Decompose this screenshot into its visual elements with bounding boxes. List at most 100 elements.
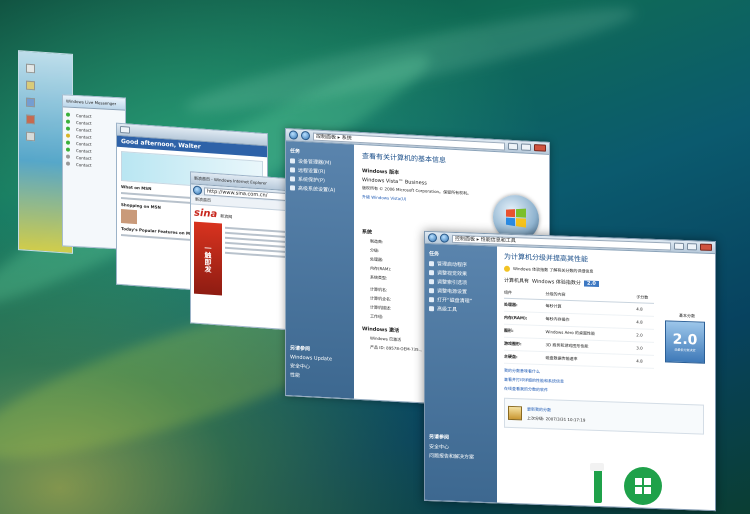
windows-flag-icon <box>506 208 526 228</box>
contact-name: Contact <box>76 141 92 147</box>
update-panel: 更新我的分数 上次分级: 2007/3/31 10:17:19 <box>504 397 704 435</box>
portal-photo <box>121 209 137 225</box>
sidebar-item-label: 系统保护(P) <box>298 176 325 185</box>
col-subscore: 子分数 <box>636 294 649 300</box>
sidebar-item-label: 调整视觉效果 <box>437 270 468 278</box>
contact-name: Contact <box>76 127 92 133</box>
back-button[interactable] <box>428 233 437 243</box>
component-detail: 每秒计算 <box>545 303 562 309</box>
brand-mark-icon <box>590 463 620 509</box>
rating-prefix: 计算机具有 <box>504 277 530 285</box>
desktop-icon[interactable] <box>26 80 35 91</box>
notice-text: Windows 体验指数 了解有关分数的详细信息 <box>513 266 594 274</box>
component-name: 主硬盘: <box>504 353 518 360</box>
sina-logo-text: sina <box>194 207 218 221</box>
desktop-icon[interactable] <box>26 114 35 125</box>
sidebar-link-label: 问题报告和解决方案 <box>429 453 475 461</box>
component-score: 4.8 <box>636 358 643 364</box>
maximize-button[interactable] <box>687 243 697 251</box>
status-icon <box>66 140 70 145</box>
col-details: 分级的内容 <box>545 291 566 297</box>
messenger-title: Windows Live Messenger <box>66 98 117 107</box>
component-detail: 3D 商务和游戏图形性能 <box>545 342 589 349</box>
sina-page: sina 新浪网 一触即发 <box>191 204 295 303</box>
refresh-icon <box>508 405 522 421</box>
maximize-button[interactable] <box>521 143 531 151</box>
contact-name: Contact <box>76 134 92 140</box>
desktop-icon[interactable] <box>26 97 35 108</box>
shield-icon <box>290 185 295 191</box>
base-score-panel: 基本分数 2.0 由最低分数决定 <box>665 312 709 364</box>
component-detail: 每秒内存操作 <box>545 316 570 322</box>
sidebar-link-label: 性能 <box>290 372 301 379</box>
sidebar-item-label: 打开“磁盘清理” <box>437 297 473 305</box>
shield-icon <box>429 306 434 312</box>
status-icon <box>66 126 70 131</box>
desktop-icon[interactable] <box>26 131 35 142</box>
score-table: 组件 分级的内容 子分数 处理器: 每秒计算 4.8 内存(RAM): 每秒内存… <box>504 289 654 369</box>
brand-circle <box>624 467 662 505</box>
sidebar-link-label: 安全中心 <box>290 363 311 371</box>
col-base: 基本分数 <box>679 312 695 319</box>
base-score-caption: 由最低分数决定 <box>674 347 696 353</box>
sysinfo-sidebar: 任务 设备管理器(M) 远程设置(R) 系统保护(P) 高级系统设置(A) 另请… <box>286 141 354 399</box>
brand-site: 系统之家 <box>666 486 715 501</box>
sidebar-item-label: 调整索引选项 <box>437 279 468 287</box>
component-name: 游戏图形: <box>504 340 522 347</box>
info-icon <box>504 265 510 272</box>
component-score: 4.8 <box>636 306 643 312</box>
windows-flag-icon <box>635 478 651 494</box>
rating-badge: 2.0 <box>583 279 599 287</box>
shield-icon <box>429 297 434 303</box>
brand-text: Win10 系统之家 <box>666 470 715 501</box>
component-score: 3.0 <box>636 345 643 351</box>
component-name: 处理器: <box>504 301 518 308</box>
sina-banner-text: 一触即发 <box>204 244 212 273</box>
sidebar-link-label: 安全中心 <box>429 444 450 451</box>
base-score-value: 2.0 <box>672 331 698 349</box>
status-icon <box>66 154 70 159</box>
close-button[interactable] <box>700 243 712 251</box>
sidebar-item-label: 管理启动程序 <box>437 261 468 269</box>
minimize-button[interactable] <box>120 125 130 134</box>
component-score: 4.8 <box>636 319 643 325</box>
shield-icon <box>429 270 434 276</box>
sidebar-link[interactable]: 问题报告和解决方案 <box>425 451 497 463</box>
shield-icon <box>429 279 434 285</box>
col-component: 组件 <box>504 289 512 295</box>
base-score-tile: 2.0 由最低分数决定 <box>665 320 705 364</box>
sidebar-item-label: 远程设置(R) <box>298 167 326 176</box>
forward-button[interactable] <box>440 233 449 243</box>
status-icon <box>66 119 70 124</box>
contact-name: Contact <box>76 148 92 154</box>
component-name: 内存(RAM): <box>504 314 528 321</box>
status-icon <box>66 112 70 117</box>
shield-icon <box>429 288 434 294</box>
messenger-contact[interactable]: Contact <box>66 161 122 170</box>
back-button[interactable] <box>193 185 202 196</box>
minimize-button[interactable] <box>674 242 684 250</box>
component-name: 图形: <box>504 327 514 334</box>
shield-icon <box>290 167 295 173</box>
forward-button[interactable] <box>301 130 310 141</box>
sidebar-item-label: 高级工具 <box>437 306 458 314</box>
back-button[interactable] <box>289 130 298 140</box>
shield-icon <box>290 158 295 164</box>
sina-banner[interactable]: 一触即发 <box>194 221 222 296</box>
shield-icon <box>290 176 295 182</box>
update-score-link[interactable]: 更新我的分数 <box>527 406 585 414</box>
component-detail: Windows Aero 的桌面性能 <box>545 329 596 336</box>
perf-sidebar: 任务 管理启动程序 调整视觉效果 调整索引选项 调整电源设置 打开“磁盘清理” … <box>425 243 497 503</box>
contact-name: Contact <box>76 162 92 168</box>
status-icon <box>66 161 70 166</box>
brand-win-label: Win10 <box>666 470 708 487</box>
rating-mid: Windows 体验指数分 <box>532 278 581 287</box>
minimize-button[interactable] <box>508 142 518 151</box>
sina-logo-sub: 新浪网 <box>220 213 233 220</box>
rating-line: 计算机具有 Windows 体验指数分 2.0 <box>504 277 708 291</box>
status-icon <box>66 147 70 152</box>
window-internet-explorer[interactable]: 新浪首页 - Windows Internet Explorer http://… <box>190 171 296 331</box>
close-button[interactable] <box>534 144 546 152</box>
ie-tab[interactable]: 新浪首页 <box>195 197 211 203</box>
desktop-icon[interactable] <box>26 63 35 74</box>
